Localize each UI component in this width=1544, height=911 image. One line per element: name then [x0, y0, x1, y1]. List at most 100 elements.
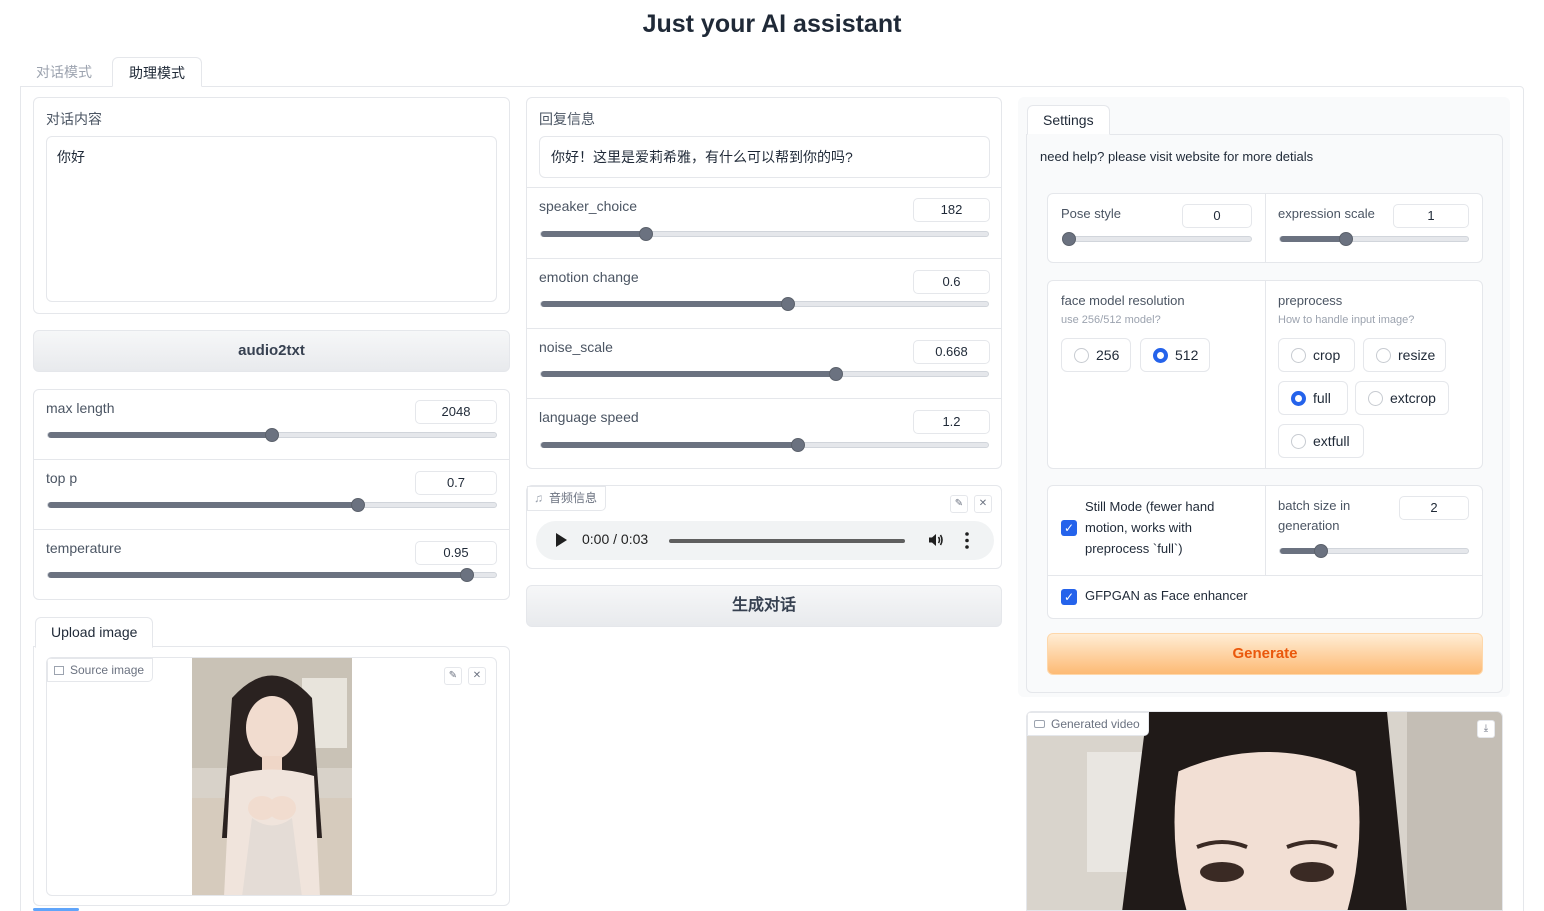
generate-button[interactable]: Generate [1047, 633, 1483, 675]
radio-full-dot [1291, 391, 1306, 406]
language-speed-slider[interactable] [540, 438, 989, 452]
radio-full[interactable]: full [1278, 381, 1348, 415]
tab-chat-mode[interactable]: 对话模式 [20, 57, 108, 87]
dialog-input-value: 你好 [57, 149, 85, 165]
still-mode-checkbox[interactable]: ✓ [1061, 520, 1077, 536]
expression-scale-label: expression scale [1278, 206, 1375, 221]
play-icon[interactable] [556, 533, 567, 547]
generate-dialog-button[interactable]: 生成对话 [526, 585, 1002, 627]
video-badge: Generated video [1027, 712, 1149, 736]
tab-assistant-mode[interactable]: 助理模式 [112, 57, 202, 87]
close-icon[interactable]: ✕ [974, 495, 992, 513]
audio-panel: ♫ 音频信息 ✎ ✕ 0:00 / 0:03 [526, 485, 1002, 569]
batch-size-slider[interactable] [1279, 544, 1469, 558]
batch-size-input[interactable]: 2 [1399, 496, 1469, 520]
radio-512[interactable]: 512 [1140, 338, 1210, 372]
dialog-input-label: 对话内容 [46, 111, 102, 127]
radio-resize-label: resize [1398, 347, 1436, 363]
noise-scale-row: noise_scale 0.668 [527, 329, 1001, 399]
emotion-change-thumb[interactable] [781, 297, 796, 311]
expression-scale-fill [1280, 236, 1346, 242]
batch-size-thumb[interactable] [1314, 544, 1329, 558]
max-length-slider[interactable] [47, 428, 497, 442]
speaker-choice-slider[interactable] [540, 227, 989, 241]
temperature-slider[interactable] [47, 568, 497, 582]
language-speed-thumb[interactable] [791, 438, 806, 452]
audio-label: 音频信息 [549, 491, 598, 505]
video-icon [1034, 720, 1045, 728]
emotion-change-input[interactable]: 0.6 [913, 270, 990, 294]
more-options-icon[interactable] [965, 532, 969, 549]
noise-scale-slider[interactable] [540, 367, 989, 381]
radio-crop[interactable]: crop [1278, 338, 1355, 372]
preprocess-label: preprocess [1278, 293, 1343, 308]
radio-extcrop-dot [1368, 391, 1383, 406]
noise-scale-fill [541, 371, 837, 377]
radio-256-label: 256 [1096, 347, 1120, 363]
top-p-input[interactable]: 0.7 [415, 471, 497, 495]
help-text: need help? please visit website for more… [1040, 149, 1314, 164]
temperature-fill [48, 572, 467, 578]
face-res-info: use 256/512 model? [1061, 314, 1161, 326]
options-group: ✓ Still Mode (fewer hand motion, works w… [1047, 485, 1483, 619]
emotion-change-label: emotion change [539, 269, 639, 285]
source-image-dropzone[interactable]: Source image ✎ ✕ [46, 657, 497, 896]
radio-extfull[interactable]: extfull [1278, 424, 1364, 458]
volume-icon[interactable] [928, 532, 944, 548]
radio-extfull-dot [1291, 434, 1306, 449]
edit-icon[interactable]: ✎ [950, 495, 968, 513]
pose-style-slider[interactable] [1062, 232, 1252, 246]
source-image [192, 658, 352, 895]
face-res-label: face model resolution [1061, 293, 1185, 308]
upload-image-tab[interactable]: Upload image [35, 617, 154, 648]
speaker-choice-thumb[interactable] [639, 227, 654, 241]
max-length-thumb[interactable] [265, 428, 279, 442]
audio-progress-bar[interactable] [669, 539, 905, 543]
emotion-change-slider[interactable] [540, 297, 989, 311]
max-length-input[interactable]: 2048 [415, 400, 497, 424]
download-icon[interactable]: ⤓ [1477, 720, 1495, 738]
radio-resize[interactable]: resize [1363, 338, 1446, 372]
language-speed-fill [541, 442, 799, 448]
radio-full-label: full [1313, 390, 1331, 406]
audio-player[interactable]: 0:00 / 0:03 [536, 521, 994, 560]
edit-icon[interactable]: ✎ [444, 667, 462, 685]
upload-image-panel: Source image ✎ ✕ [33, 646, 510, 906]
speaker-choice-input[interactable]: 182 [913, 198, 990, 222]
top-p-fill [48, 502, 359, 508]
temperature-thumb[interactable] [459, 568, 474, 582]
max-length-label: max length [46, 400, 115, 416]
settings-tab[interactable]: Settings [1027, 105, 1110, 135]
top-p-row: top p 0.7 [34, 460, 509, 530]
reply-textbox[interactable]: 你好！这里是爱莉希雅，有什么可以帮到你的吗? [539, 136, 990, 178]
pose-style-input[interactable]: 0 [1182, 204, 1252, 228]
radio-extcrop[interactable]: extcrop [1355, 381, 1449, 415]
expression-scale-slider[interactable] [1279, 232, 1469, 246]
language-speed-label: language speed [539, 409, 639, 425]
gfpgan-checkbox[interactable]: ✓ [1061, 589, 1077, 605]
top-p-slider[interactable] [47, 498, 497, 512]
image-icon [54, 666, 64, 675]
audio-time: 0:00 / 0:03 [582, 531, 649, 547]
radio-512-dot [1153, 348, 1168, 363]
audio2txt-button[interactable]: audio2txt [33, 330, 510, 372]
top-p-thumb[interactable] [351, 498, 366, 512]
music-note-icon: ♫ [534, 491, 543, 505]
source-image-badge: Source image [47, 658, 154, 682]
language-speed-row: language speed 1.2 [527, 399, 1001, 468]
noise-scale-thumb[interactable] [829, 367, 844, 381]
language-speed-input[interactable]: 1.2 [913, 410, 990, 434]
dialog-input-textarea[interactable]: 你好 [46, 136, 497, 302]
pose-style-thumb[interactable] [1062, 232, 1076, 246]
page-title: Just your AI assistant [642, 10, 902, 38]
top-p-label: top p [46, 470, 78, 486]
temperature-input[interactable]: 0.95 [415, 541, 497, 565]
face-preprocess-group: face model resolution use 256/512 model?… [1047, 280, 1483, 469]
close-icon[interactable]: ✕ [468, 667, 486, 685]
dialog-input-panel: 对话内容 你好 [33, 97, 510, 314]
expression-scale-input[interactable]: 1 [1393, 204, 1469, 228]
radio-256[interactable]: 256 [1061, 338, 1131, 372]
expression-scale-thumb[interactable] [1338, 232, 1353, 246]
noise-scale-input[interactable]: 0.668 [913, 340, 990, 364]
generated-video[interactable]: Generated video ⤓ [1026, 711, 1503, 911]
